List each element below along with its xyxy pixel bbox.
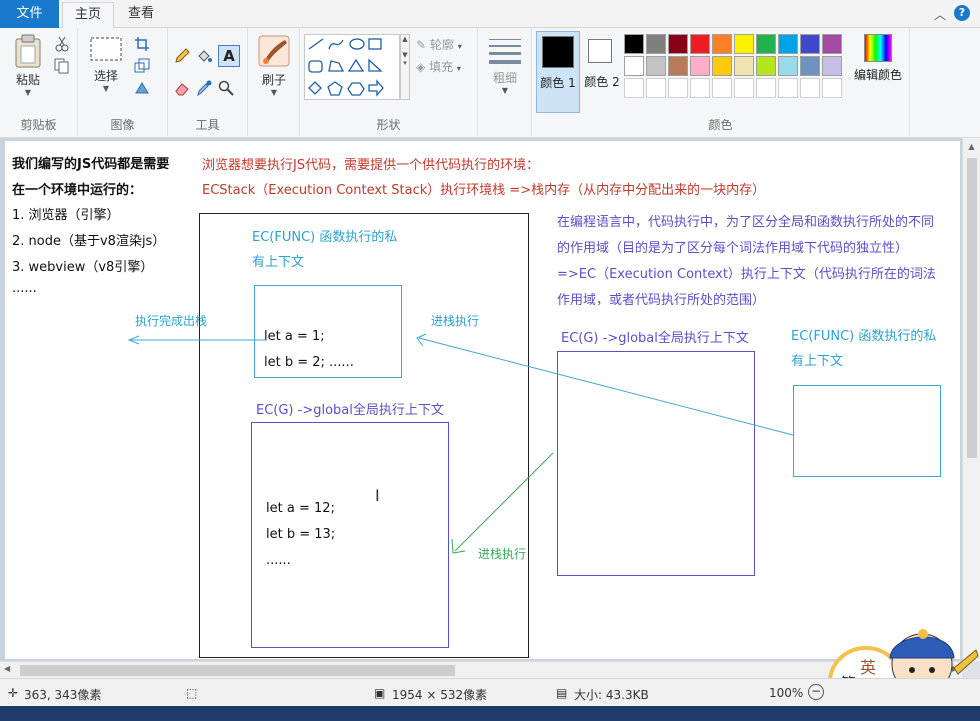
fill-button[interactable]: ◈ 填充 ▾ — [416, 58, 461, 75]
push-arrow-top — [416, 333, 794, 436]
pencil-icon[interactable] — [174, 48, 190, 64]
select-icon — [90, 37, 122, 61]
image-group-label: 图像 — [110, 118, 135, 132]
copy-icon[interactable] — [54, 58, 70, 74]
tab-home[interactable]: 主页 — [62, 2, 115, 29]
fill-icon: ◈ — [416, 60, 426, 74]
arrows-layer — [127, 333, 794, 554]
canvas-dimensions: 1954 × 532像素 — [392, 688, 488, 702]
status-bar: ✛ 363, 343像素 ⬚ ▣ 1954 × 532像素 ▤ 大小: 43.3… — [0, 678, 980, 706]
outline-label: 轮廓 — [429, 38, 454, 52]
image-group: 选择 ▼ 图像 — [78, 28, 168, 136]
pentagon-shape-icon — [327, 81, 343, 96]
rotate-icon[interactable] — [134, 80, 150, 96]
paste-label: 粘贴 — [15, 73, 40, 87]
fill-label: 填充 — [429, 60, 454, 74]
ribbon-tab-bar: 文件 主页 查看 ︿ ? — [0, 0, 980, 29]
file-size: 大小: 43.3KB — [574, 688, 649, 702]
tools-group: A 工具 — [168, 28, 248, 136]
rounded-rect-shape-icon — [308, 60, 323, 73]
tab-file[interactable]: 文件 — [0, 0, 59, 28]
crop-icon[interactable] — [134, 36, 150, 52]
scroll-left-icon[interactable]: ◀ — [4, 664, 10, 673]
selection-size-icon: ⬚ — [186, 686, 198, 700]
cursor-position-icon: ✛ — [8, 686, 19, 700]
line-shape-icon — [308, 38, 324, 50]
paste-dropdown-icon[interactable]: ▼ — [8, 88, 48, 97]
eraser-icon[interactable] — [174, 80, 190, 96]
tools-group-label: 工具 — [195, 118, 220, 132]
brushes-group: 刷子 ▼ — [248, 28, 300, 136]
colors-group-label: 颜色 — [708, 118, 733, 132]
outline-dropdown-icon: ▾ — [457, 42, 462, 51]
vertical-scroll-thumb[interactable] — [967, 158, 977, 458]
tab-view[interactable]: 查看 — [116, 2, 166, 28]
rect-shape-icon — [368, 38, 382, 50]
outline-button[interactable]: ✎ 轮廓 ▾ — [416, 36, 462, 53]
push-arrow-bottom — [451, 452, 554, 554]
hexagon-shape-icon — [347, 82, 365, 96]
select-label: 选择 — [93, 69, 118, 83]
size-label: 粗细 — [492, 71, 517, 85]
outline-icon: ✎ — [416, 38, 427, 52]
text-tool-icon[interactable]: A — [218, 45, 240, 67]
file-size-icon: ▤ — [556, 686, 568, 700]
size-dropdown-icon: ▼ — [501, 86, 509, 95]
line-width-icon — [489, 39, 521, 64]
arrow-shape-icon — [368, 79, 384, 97]
color-picker-icon[interactable] — [196, 80, 212, 96]
canvas-size-icon: ▣ — [374, 686, 386, 700]
horizontal-scrollbar[interactable]: ◀ ▶ — [0, 661, 962, 678]
shapes-group: ▲ ▼ ▾ ✎ 轮廓 ▾ ◈ 填充 ▾ 形状 — [300, 28, 478, 136]
horizontal-scroll-thumb[interactable] — [20, 665, 455, 676]
colors-group: 颜色 — [532, 28, 910, 136]
pop-arrow — [127, 335, 267, 345]
fill-dropdown-icon: ▾ — [456, 64, 461, 73]
brushes-button[interactable]: 刷子 ▼ — [254, 34, 294, 97]
scroll-up-icon[interactable]: ▲ — [963, 142, 980, 151]
brushes-dropdown-icon[interactable]: ▼ — [254, 88, 294, 97]
shapes-gallery-scroll[interactable]: ▲ ▼ ▾ — [400, 34, 410, 100]
vertical-scrollbar[interactable]: ▲ — [962, 138, 980, 661]
resize-icon[interactable] — [134, 58, 150, 74]
paste-icon — [15, 34, 41, 68]
help-icon[interactable]: ? — [954, 5, 970, 21]
push-arrow-bottom-label: 进栈执行 — [478, 547, 527, 561]
polygon-shape-icon — [328, 60, 345, 72]
diamond-shape-icon — [308, 81, 322, 95]
fill-bucket-icon[interactable] — [196, 48, 212, 64]
size-button[interactable]: 粗细 ▼ — [484, 36, 526, 95]
cursor-position: 363, 343像素 — [24, 688, 102, 702]
shapes-group-label: 形状 — [376, 118, 401, 132]
size-group: 粗细 ▼ — [478, 28, 532, 136]
zoom-out-button[interactable]: − — [808, 684, 824, 700]
paste-button[interactable]: 粘贴 ▼ — [8, 34, 48, 97]
collapse-ribbon-icon[interactable]: ︿ — [934, 6, 946, 23]
oval-shape-icon — [349, 38, 365, 50]
curve-shape-icon — [328, 39, 344, 50]
zoom-level: 100% — [769, 686, 804, 700]
select-dropdown-icon[interactable]: ▼ — [86, 84, 126, 93]
push-arrow-top-label: 进栈执行 — [431, 314, 480, 328]
taskbar-strip — [0, 706, 980, 721]
clipboard-group-label: 剪贴板 — [20, 118, 57, 132]
pop-arrow-label: 执行完成出栈 — [135, 314, 208, 328]
triangle-shape-icon — [347, 58, 365, 72]
brushes-label: 刷子 — [261, 73, 286, 87]
right-triangle-shape-icon — [368, 58, 383, 72]
shapes-gallery — [304, 34, 400, 100]
mascot-badge-english: 英 — [860, 658, 877, 677]
brush-icon — [258, 35, 290, 67]
shapes-gallery-icons — [308, 38, 384, 97]
clipboard-group: 粘贴 ▼ 剪贴板 — [0, 28, 78, 136]
ribbon: 粘贴 ▼ 剪贴板 选择 ▼ 图像 A 工具 刷子 ▼ ▲ ▼ ▾ ✎ 轮廓 ▾ … — [0, 28, 980, 138]
cut-icon[interactable] — [54, 36, 70, 52]
select-button[interactable]: 选择 ▼ — [86, 36, 126, 93]
magnifier-icon[interactable] — [218, 80, 234, 96]
drawing-canvas[interactable]: 我们编写的JS代码都是需要 在一个环境中运行的： 1. 浏览器（引擎） 2. n… — [5, 141, 960, 659]
